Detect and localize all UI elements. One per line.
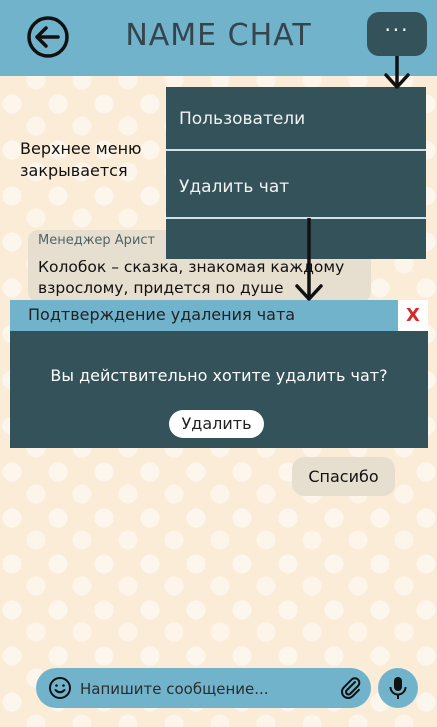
confirm-delete-button[interactable]: Удалить	[169, 410, 264, 438]
annotation-line: Верхнее меню	[20, 139, 142, 158]
dialog-close-button[interactable]: X	[398, 300, 428, 331]
annotation-line: закрывается	[20, 161, 128, 180]
annotation-note: Верхнее меню закрывается	[20, 138, 142, 182]
menu-item-delete-chat[interactable]: Удалить чат	[166, 157, 426, 217]
voice-record-button[interactable]	[378, 668, 418, 708]
message-author: Менеджер Арист	[38, 233, 156, 248]
menu-divider	[166, 217, 426, 219]
dialog-title: Подтверждение удаления чата	[28, 305, 296, 324]
menu-divider	[166, 149, 426, 151]
outgoing-message: Спасибо	[292, 457, 395, 496]
message-input[interactable]	[78, 676, 327, 702]
paperclip-icon[interactable]	[338, 675, 364, 701]
message-text: Колобок – сказка, знакомая каждому взрос…	[38, 258, 345, 297]
microphone-icon	[389, 677, 407, 699]
dialog-question: Вы действительно хотите удалить чат?	[50, 366, 388, 385]
delete-dialog-body: Вы действительно хотите удалить чат? Уда…	[10, 331, 428, 448]
delete-dialog-header: Подтверждение удаления чата X	[10, 300, 428, 331]
ellipsis-icon: ···	[384, 18, 410, 42]
smile-icon[interactable]	[48, 676, 72, 700]
chat-header: NAME CHAT ···	[0, 0, 437, 76]
menu-item-users[interactable]: Пользователи	[166, 89, 426, 149]
more-menu-button[interactable]: ···	[367, 12, 427, 56]
message-composer	[36, 668, 371, 708]
top-menu-dropdown: Пользователи Удалить чат	[166, 87, 426, 259]
